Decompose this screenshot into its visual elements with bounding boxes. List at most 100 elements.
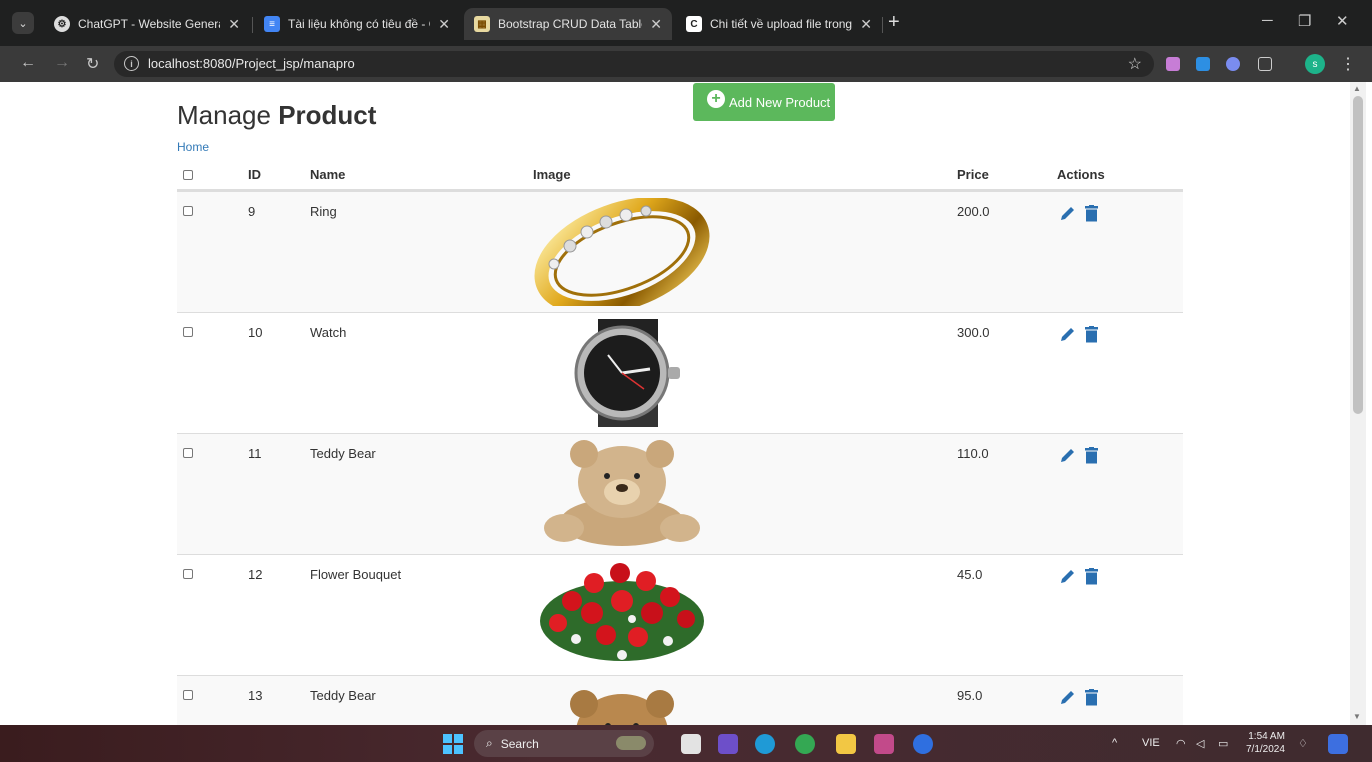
- tab-title: Tài liệu không có tiêu đề - Goo: [288, 17, 430, 31]
- zalo-app-icon[interactable]: [913, 734, 933, 754]
- scroll-up-arrow-icon[interactable]: ▲: [1353, 84, 1361, 93]
- volume-icon[interactable]: ◁: [1196, 737, 1204, 750]
- site-info-icon[interactable]: i: [124, 56, 139, 71]
- edit-pencil-icon[interactable]: [1059, 205, 1076, 222]
- product-id: 12: [248, 567, 263, 582]
- back-arrow-icon[interactable]: ←: [20, 54, 36, 72]
- profile-avatar[interactable]: s: [1305, 54, 1325, 74]
- edit-pencil-icon[interactable]: [1059, 689, 1076, 706]
- tab-title: ChatGPT - Website Generator: [78, 17, 220, 31]
- table-header: ID Name Image Price Actions: [177, 160, 1183, 191]
- restore-icon[interactable]: ❐: [1298, 12, 1311, 30]
- delete-trash-icon[interactable]: [1085, 689, 1098, 706]
- copilot-icon[interactable]: [1328, 734, 1348, 754]
- wrist-watch-image: [574, 319, 680, 427]
- select-all-checkbox[interactable]: [183, 170, 193, 180]
- row-checkbox[interactable]: [183, 448, 193, 458]
- tab-search-dropdown-icon[interactable]: ⌄: [12, 12, 34, 34]
- tab-title: Bootstrap CRUD Data Table for: [498, 17, 642, 31]
- product-id: 9: [248, 204, 256, 219]
- battery-icon[interactable]: ▭: [1218, 737, 1228, 750]
- minimize-icon[interactable]: ─: [1262, 12, 1273, 29]
- extension-drop-icon[interactable]: [1196, 57, 1210, 71]
- row-checkbox[interactable]: [183, 569, 193, 579]
- product-id: 11: [248, 446, 262, 461]
- teddy-bear-image: [544, 440, 700, 546]
- tab-google-docs[interactable]: ≡ Tài liệu không có tiêu đề - Goo ✕: [254, 8, 460, 40]
- tab-chatgpt[interactable]: ⚙ ChatGPT - Website Generator ✕: [44, 8, 250, 40]
- page-title-bold: Product: [278, 100, 377, 130]
- url-text: localhost:8080/Project_jsp/manapro: [148, 56, 355, 71]
- product-name: Ring: [310, 204, 337, 219]
- scrollbar-thumb[interactable]: [1353, 96, 1363, 414]
- table-row: 10 Watch 300.0: [177, 312, 1183, 433]
- chatgpt-icon: ⚙: [54, 16, 70, 32]
- tab-bootstrap-crud[interactable]: ▦ Bootstrap CRUD Data Table for ✕: [464, 8, 672, 40]
- browser-menu-icon[interactable]: ⋮: [1340, 54, 1356, 74]
- taskbar-search-box[interactable]: ⌕ Search: [474, 730, 654, 757]
- extension-circle-icon[interactable]: [1226, 57, 1240, 71]
- file-explorer-icon[interactable]: [836, 734, 856, 754]
- bookmark-star-icon[interactable]: ☆: [1128, 54, 1142, 74]
- product-price: 110.0: [957, 446, 989, 461]
- column-header-id: ID: [248, 167, 261, 182]
- add-new-product-button[interactable]: + Add New Product: [693, 83, 835, 121]
- wifi-icon[interactable]: ◠: [1176, 737, 1186, 750]
- teddy-bear-image: [570, 690, 674, 725]
- column-header-image: Image: [533, 167, 571, 182]
- language-indicator[interactable]: VIE: [1142, 737, 1160, 749]
- delete-trash-icon[interactable]: [1085, 326, 1098, 343]
- extensions-puzzle-icon[interactable]: [1258, 57, 1272, 71]
- reload-icon[interactable]: ↻: [86, 54, 99, 74]
- address-bar[interactable]: i localhost:8080/Project_jsp/manapro ☆: [114, 51, 1154, 77]
- new-tab-plus-icon[interactable]: +: [888, 12, 900, 32]
- product-price: 95.0: [957, 688, 983, 703]
- row-checkbox[interactable]: [183, 690, 193, 700]
- rose-bouquet-image: [540, 563, 704, 661]
- page-title: Manage Product: [177, 100, 376, 131]
- close-icon[interactable]: ✕: [650, 16, 662, 33]
- edit-pencil-icon[interactable]: [1059, 447, 1076, 464]
- table-row: 11 Teddy Bear 110.0: [177, 433, 1183, 554]
- close-icon[interactable]: ✕: [228, 16, 240, 33]
- extension-notes-icon[interactable]: [1166, 57, 1180, 71]
- search-icon: ⌕: [486, 736, 493, 750]
- edit-pencil-icon[interactable]: [1059, 326, 1076, 343]
- delete-trash-icon[interactable]: [1085, 447, 1098, 464]
- row-actions: [1059, 326, 1098, 343]
- windows-taskbar: ⌕ Search ^ VIE ◠ ◁ ▭ 1:54 AM 7/1/2024 ♢: [0, 725, 1372, 762]
- product-price: 300.0: [957, 325, 990, 340]
- paint-app-icon[interactable]: [874, 734, 894, 754]
- tray-chevron-up-icon[interactable]: ^: [1112, 737, 1117, 749]
- page-scrollbar[interactable]: ▲ ▼: [1350, 82, 1366, 725]
- window-close-icon[interactable]: ✕: [1336, 12, 1349, 30]
- product-price: 45.0: [957, 567, 983, 582]
- row-actions: [1059, 568, 1098, 585]
- tab-upload-file[interactable]: C Chi tiết về upload file trong HT ✕: [676, 8, 882, 40]
- edge-browser-icon[interactable]: [755, 734, 775, 754]
- scroll-down-arrow-icon[interactable]: ▼: [1353, 712, 1361, 721]
- chrome-browser-icon[interactable]: [795, 734, 815, 754]
- edit-pencil-icon[interactable]: [1059, 568, 1076, 585]
- page-title-light: Manage: [177, 100, 271, 130]
- taskbar-clock[interactable]: 1:54 AM 7/1/2024: [1246, 730, 1285, 756]
- close-icon[interactable]: ✕: [438, 16, 450, 33]
- app-cube-icon[interactable]: [718, 734, 738, 754]
- forward-arrow-icon[interactable]: →: [54, 54, 70, 72]
- close-icon[interactable]: ✕: [860, 16, 872, 33]
- row-checkbox[interactable]: [183, 206, 193, 216]
- delete-trash-icon[interactable]: [1085, 205, 1098, 222]
- column-header-name: Name: [310, 167, 346, 182]
- product-name: Watch: [310, 325, 347, 340]
- home-link[interactable]: Home: [177, 140, 209, 154]
- task-view-icon[interactable]: [681, 734, 701, 754]
- clock-time: 1:54 AM: [1248, 731, 1285, 742]
- row-checkbox[interactable]: [183, 327, 193, 337]
- windows-start-icon[interactable]: [443, 734, 463, 754]
- delete-trash-icon[interactable]: [1085, 568, 1098, 585]
- notification-bell-icon[interactable]: ♢: [1298, 737, 1308, 750]
- google-docs-icon: ≡: [264, 16, 280, 32]
- clock-date: 7/1/2024: [1246, 744, 1285, 755]
- table-row: 13 Teddy Bear 95.0: [177, 675, 1183, 725]
- gold-ring-image: [534, 198, 710, 306]
